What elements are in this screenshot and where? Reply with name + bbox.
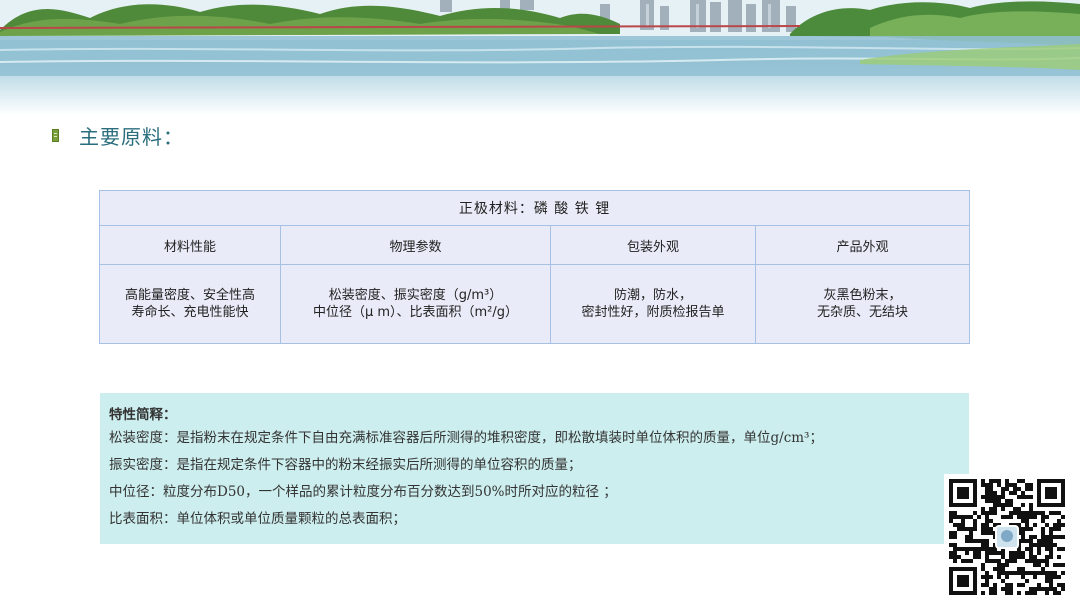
table-header-row: 正极材料：磷 酸 铁 锂 [98, 190, 971, 226]
cell-line: 松装密度、振实密度（g/m³） [328, 288, 503, 303]
cell-line: 寿命长、充电性能快 [131, 305, 249, 320]
qr-code-graphic [949, 479, 1065, 595]
explanation-box: 特性简释： 松装密度：是指粉末在规定条件下自由充满标准容器后所测得的堆积密度，即… [100, 393, 969, 544]
column-header: 物理参数 [280, 225, 551, 265]
title-row: 主要原料： [52, 120, 184, 150]
city-river-scenery [0, 0, 1080, 76]
table-columns-row: 材料性能 物理参数 包装外观 产品外观 [99, 225, 971, 265]
cell-line: 密封性好，附质检报告单 [581, 305, 725, 320]
cell-line: 高能量密度、安全性高 [124, 288, 255, 303]
cell-line: 中位径（μ m）、比表面积（m²/g） [312, 305, 519, 320]
cell-packaging: 防潮，防水， 密封性好，附质检报告单 [550, 264, 756, 344]
cell-line: 灰黑色粉末， [823, 288, 902, 303]
column-header: 产品外观 [754, 225, 971, 265]
cell-performance: 高能量密度、安全性高 寿命长、充电性能快 [99, 264, 281, 344]
document-bullet-icon [52, 128, 59, 142]
column-header: 材料性能 [99, 225, 281, 265]
qr-code-icon [944, 474, 1070, 600]
cell-line: 防潮，防水， [613, 288, 692, 303]
explanation-line: 振实密度：是指在规定条件下容器中的粉末经振实后所测得的单位容积的质量； [109, 457, 582, 473]
material-table: 正极材料：磷 酸 铁 锂 材料性能 物理参数 包装外观 产品外观 高能量密度、安… [98, 190, 971, 344]
page-title: 主要原料： [79, 124, 184, 149]
table-row: 高能量密度、安全性高 寿命长、充电性能快 松装密度、振实密度（g/m³） 中位径… [99, 264, 971, 344]
column-header: 包装外观 [550, 225, 756, 265]
explanation-line: 松装密度：是指粉末在规定条件下自由充满标准容器后所测得的堆积密度，即松散填装时单… [109, 430, 823, 446]
explanation-line: 中位径：粒度分布D50，一个样品的累计粒度分布百分数达到50%时所对应的粒径 ； [109, 484, 617, 500]
explanation-line: 比表面积：单位体积或单位质量颗粒的总表面积； [109, 511, 406, 527]
header-banner [0, 0, 1080, 115]
cell-appearance: 灰黑色粉末， 无杂质、无结块 [754, 264, 971, 344]
cell-physical: 松装密度、振实密度（g/m³） 中位径（μ m）、比表面积（m²/g） [280, 264, 551, 344]
table-header: 正极材料：磷 酸 铁 锂 [98, 190, 971, 226]
cell-line: 无杂质、无结块 [817, 305, 909, 320]
explanation-heading: 特性简释： [109, 407, 177, 423]
